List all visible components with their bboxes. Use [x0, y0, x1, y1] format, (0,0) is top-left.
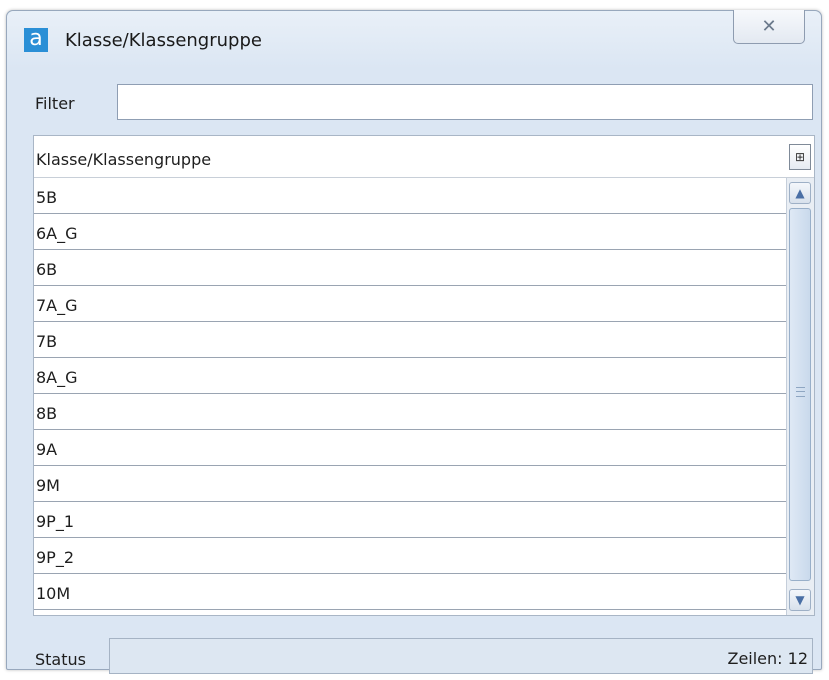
grid-header: Klasse/Klassengruppe ⊞ [34, 136, 814, 178]
table-cell: 8B [36, 404, 58, 423]
table-row[interactable]: 9A [34, 430, 786, 466]
filter-input[interactable] [117, 84, 813, 120]
table-row[interactable]: 9M [34, 466, 786, 502]
table-cell: 6A_G [36, 224, 78, 243]
table-cell: 7A_G [36, 296, 78, 315]
app-logo-icon: a [24, 28, 48, 52]
table-row[interactable]: 10M [34, 574, 786, 610]
table-cell: 9M [36, 476, 60, 495]
table-row[interactable]: 9P_1 [34, 502, 786, 538]
table-row[interactable]: 9P_2 [34, 538, 786, 574]
close-button[interactable]: ✕ [733, 10, 805, 44]
chevron-down-icon: ▼ [795, 593, 805, 607]
scroll-down-button[interactable]: ▼ [789, 589, 811, 611]
close-icon: ✕ [761, 16, 777, 37]
scrollbar-thumb[interactable] [789, 208, 811, 581]
window-title: Klasse/Klassengruppe [65, 30, 262, 51]
table-row[interactable]: 6B [34, 250, 786, 286]
table-cell: 8A_G [36, 368, 78, 387]
table-row[interactable]: 8A_G [34, 358, 786, 394]
table-row[interactable]: 6A_G [34, 214, 786, 250]
column-chooser-button[interactable]: ⊞ [789, 144, 811, 170]
chevron-up-icon: ▲ [795, 186, 805, 200]
table-cell: 7B [36, 332, 58, 351]
class-grid: Klasse/Klassengruppe ⊞ 5B 6A_G 6B 7A_G 7… [33, 135, 815, 616]
table-row[interactable]: 7B [34, 322, 786, 358]
table-row[interactable]: 5B [34, 178, 786, 214]
table-cell: 9P_2 [36, 548, 75, 567]
vertical-scrollbar[interactable]: ▲ ▼ [786, 178, 814, 615]
filter-label: Filter [35, 94, 75, 113]
table-row[interactable]: 8B [34, 394, 786, 430]
table-cell: 5B [36, 188, 58, 207]
row-count: Zeilen: 12 [727, 649, 808, 668]
table-row[interactable]: 7A_G [34, 286, 786, 322]
column-header-klasse[interactable]: Klasse/Klassengruppe [36, 150, 211, 169]
dialog-content: Filter Klasse/Klassengruppe ⊞ 5B 6A_G 6B… [25, 77, 815, 674]
status-label: Status [35, 650, 86, 669]
grid-rows: 5B 6A_G 6B 7A_G 7B 8A_G 8B 9A 9M 9P_1 9P… [34, 178, 786, 610]
status-bar: Zeilen: 12 [109, 638, 813, 674]
table-cell: 9A [36, 440, 58, 459]
title-bar[interactable]: a Klasse/Klassengruppe ✕ [7, 10, 821, 69]
table-cell: 10M [36, 584, 71, 603]
dialog-window: a Klasse/Klassengruppe ✕ Filter Klasse/K… [6, 10, 822, 674]
table-cell: 9P_1 [36, 512, 75, 531]
column-chooser-icon: ⊞ [794, 150, 806, 164]
grip-icon [796, 387, 805, 397]
scroll-up-button[interactable]: ▲ [789, 182, 811, 204]
table-cell: 6B [36, 260, 58, 279]
